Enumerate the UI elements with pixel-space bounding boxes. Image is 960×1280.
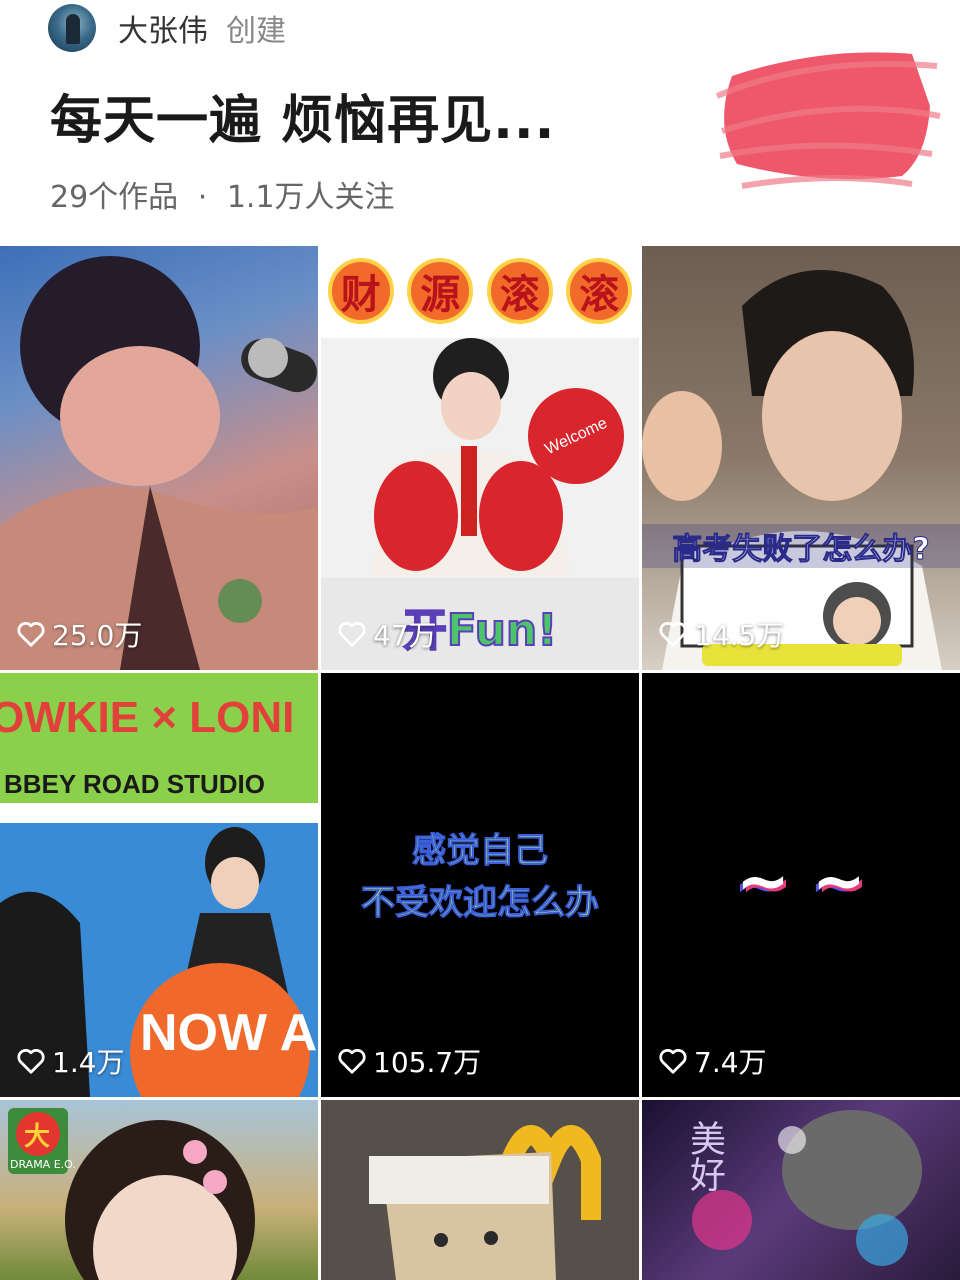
heart-outline-icon xyxy=(17,1049,45,1074)
followers-count: 1.1万人关注 xyxy=(226,180,395,215)
video-caption: ~ ~ xyxy=(736,845,866,919)
video-text-line: OWKIE × LONI xyxy=(0,693,295,742)
video-caption: 美好 xyxy=(684,1120,725,1192)
like-count-text: 25.0万 xyxy=(52,619,143,652)
video-tile[interactable]: 大 DRAMA E.O. xyxy=(0,1100,318,1280)
playlist-stats: 29个作品 · 1.1万人关注 xyxy=(50,172,395,216)
stats-separator: · xyxy=(197,180,208,215)
heart-outline-icon xyxy=(659,1049,687,1074)
playlist-title: 每天一遍 烦恼再见... xyxy=(50,91,556,151)
heart-outline-icon xyxy=(338,1049,366,1074)
video-caption: 高考失败了怎么办? xyxy=(642,524,960,568)
creator-action-label: 创建 xyxy=(226,14,286,49)
video-tile[interactable]: OWKIE × LONI BBEY ROAD STUDIO NOW AND 1.… xyxy=(0,673,318,1097)
like-count-text: 7.4万 xyxy=(694,1046,767,1079)
creator-avatar[interactable] xyxy=(48,4,96,52)
video-tile[interactable]: 美好 xyxy=(642,1100,960,1280)
playlist-header: 大张伟 创建 每天一遍 烦恼再见... 29个作品 · 1.1万人关注 xyxy=(0,0,960,246)
like-count: 25.0万 xyxy=(16,614,142,654)
heart-outline-icon xyxy=(338,622,366,647)
video-text-line: NOW AND xyxy=(140,1004,318,1062)
video-tile[interactable]: ~ ~ 7.4万 xyxy=(642,673,960,1097)
video-thumbnail xyxy=(321,1100,639,1280)
creator-name[interactable]: 大张伟 xyxy=(118,6,208,50)
like-count: 1.4万 xyxy=(16,1041,125,1081)
channel-badge: 大 xyxy=(24,1122,51,1152)
video-tile[interactable]: 高考失败了怎么办? 14.5万 xyxy=(642,246,960,670)
video-caption: 感觉自己 xyxy=(412,831,549,872)
video-text-line: BBEY ROAD STUDIO xyxy=(4,769,265,799)
video-caption: 不受欢迎怎么办 xyxy=(361,883,600,924)
like-count: 14.5万 xyxy=(658,614,784,654)
redaction-scribble xyxy=(715,52,941,189)
video-tile[interactable]: 25.0万 xyxy=(0,246,318,670)
video-grid: 25.0万 财 源 滚 滚 Welcome 开Fun! 47万 高考失败了怎么办… xyxy=(0,246,960,1280)
video-thumbnail xyxy=(642,270,942,670)
like-count: 47万 xyxy=(337,614,437,654)
like-count: 105.7万 xyxy=(337,1041,481,1081)
heart-outline-icon xyxy=(17,622,45,647)
video-tile[interactable] xyxy=(321,1100,639,1280)
channel-badge-sub: DRAMA E.O. xyxy=(10,1158,76,1171)
video-thumbnail xyxy=(0,256,318,670)
heart-outline-icon xyxy=(659,622,687,647)
works-count: 29个作品 xyxy=(50,180,179,215)
video-tile[interactable]: 财 源 滚 滚 Welcome 开Fun! 47万 xyxy=(321,246,639,670)
like-count-text: 14.5万 xyxy=(694,619,785,652)
like-count-text: 105.7万 xyxy=(373,1046,482,1079)
like-count: 7.4万 xyxy=(658,1041,767,1081)
like-count-text: 47万 xyxy=(373,619,437,652)
creator-row[interactable]: 大张伟 创建 xyxy=(48,4,286,52)
like-count-text: 1.4万 xyxy=(52,1046,125,1079)
video-tile[interactable]: 感觉自己 不受欢迎怎么办 105.7万 xyxy=(321,673,639,1097)
